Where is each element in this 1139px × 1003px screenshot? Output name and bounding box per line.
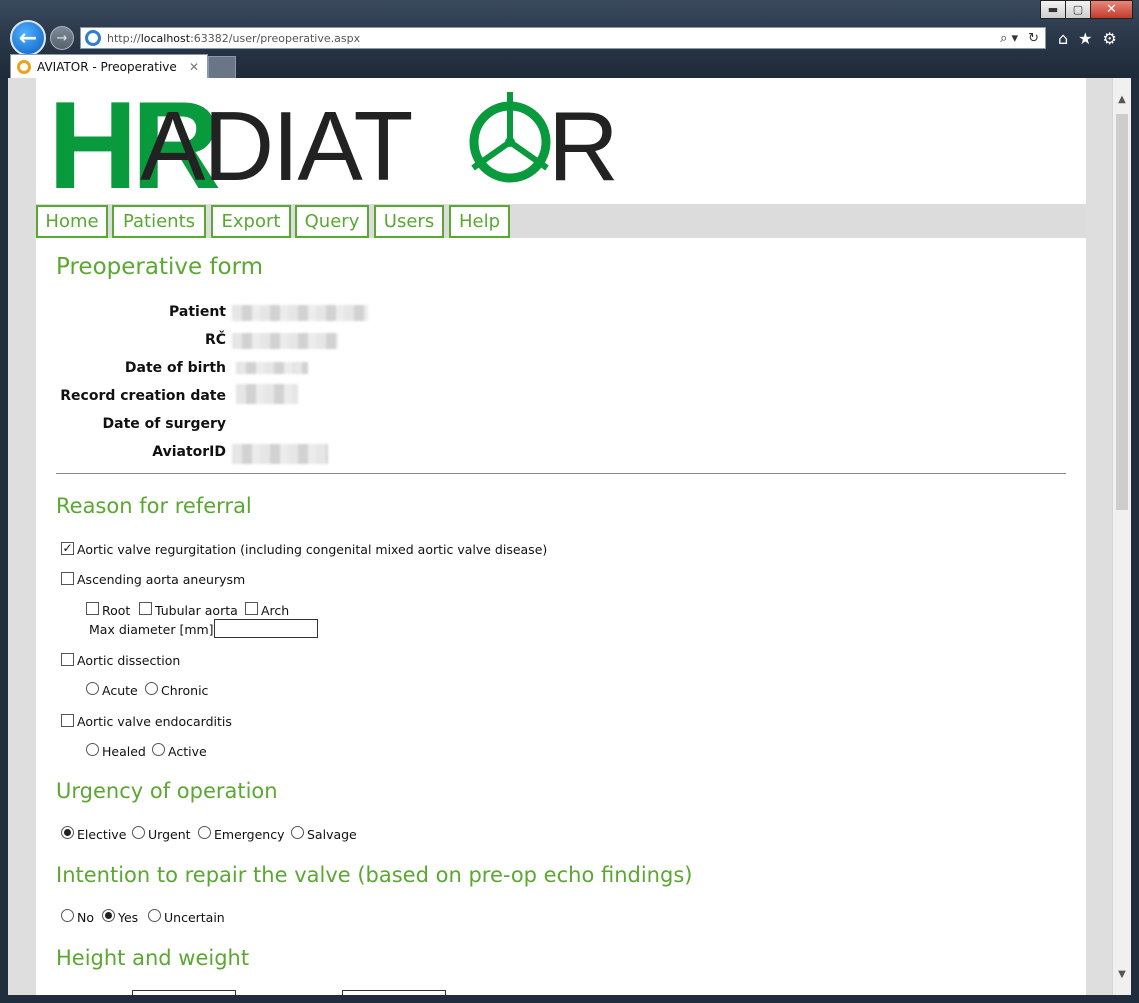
nav-help[interactable]: Help — [449, 205, 510, 238]
steering-wheel-icon — [469, 92, 551, 183]
ie-logo-icon — [85, 30, 101, 46]
created-label: Record creation date — [60, 388, 226, 404]
address-url[interactable]: http://localhost:63382/user/preoperative… — [107, 32, 360, 45]
nav-export[interactable]: Export — [211, 205, 291, 238]
root-label: Root — [102, 603, 131, 618]
svg-text:R: R — [548, 91, 619, 196]
urgency-heading: Urgency of operation — [56, 779, 278, 803]
acute-radio[interactable] — [86, 682, 99, 695]
endocarditis-label: Aortic valve endocarditis — [77, 714, 232, 729]
height-input[interactable] — [132, 990, 236, 995]
rc-label: RČ — [204, 332, 226, 348]
tubular-aorta-checkbox[interactable] — [139, 602, 152, 615]
urgency-salvage-label: Salvage — [307, 827, 357, 842]
scrollbar-thumb[interactable] — [1116, 114, 1128, 510]
scroll-up-icon[interactable]: ▲ — [1113, 90, 1131, 108]
window-controls: ▬ ▢ ✕ — [1040, 0, 1133, 19]
referral-heading: Reason for referral — [56, 494, 252, 518]
healed-radio[interactable] — [86, 743, 99, 756]
dissection-label: Aortic dissection — [77, 653, 181, 668]
settings-gear-icon[interactable]: ⚙ — [1103, 29, 1117, 48]
nav-query[interactable]: Query — [295, 205, 369, 238]
acute-label: Acute — [102, 683, 138, 698]
repair-yes-radio[interactable] — [102, 909, 115, 922]
dob-value-redacted — [236, 362, 308, 374]
urgency-elective-radio[interactable] — [61, 826, 74, 839]
hr-radiator-logo: HR ADIAT R — [48, 86, 619, 196]
back-button[interactable]: ← — [10, 20, 46, 56]
tubular-aorta-label: Tubular aorta — [155, 603, 238, 618]
repair-heading: Intention to repair the valve (based on … — [56, 863, 693, 887]
endocarditis-checkbox[interactable] — [61, 714, 74, 727]
repair-no-radio[interactable] — [61, 909, 74, 922]
minimize-button[interactable]: ▬ — [1040, 0, 1066, 19]
browser-viewport: HR ADIAT R Home Patients Export Query Us… — [8, 78, 1131, 995]
main-navbar: Home Patients Export Query Users Help — [36, 204, 1086, 238]
address-bar[interactable]: http://localhost:63382/user/preoperative… — [80, 27, 1046, 49]
forward-button[interactable]: → — [50, 26, 74, 50]
chronic-radio[interactable] — [145, 682, 158, 695]
surgery-label: Date of surgery — [102, 416, 226, 432]
dissection-checkbox[interactable] — [61, 653, 74, 666]
max-diameter-input[interactable] — [214, 619, 318, 638]
tab-favicon-icon — [17, 59, 31, 74]
urgency-elective-label: Elective — [77, 827, 127, 842]
aortic-regurgitation-label: Aortic valve regurgitation (including co… — [77, 542, 548, 557]
urgency-urgent-radio[interactable] — [132, 826, 145, 839]
urgency-emergency-radio[interactable] — [198, 826, 211, 839]
repair-yes-label: Yes — [118, 910, 139, 925]
created-value-redacted — [236, 384, 298, 404]
weight-input[interactable] — [342, 990, 446, 995]
aortic-regurgitation-checkbox[interactable]: ✓ — [61, 542, 74, 555]
tab-close-icon[interactable]: ✕ — [189, 60, 199, 74]
favorites-star-icon[interactable]: ★ — [1078, 29, 1092, 48]
aneurysm-checkbox[interactable] — [61, 572, 74, 585]
max-diameter-label: Max diameter [mm] — [89, 622, 214, 637]
repair-no-label: No — [77, 910, 94, 925]
urgency-emergency-label: Emergency — [214, 827, 285, 842]
scroll-down-icon[interactable]: ▼ — [1113, 965, 1131, 983]
arch-label: Arch — [261, 603, 290, 618]
nav-users[interactable]: Users — [374, 205, 444, 238]
browser-chrome: ▬ ▢ ✕ ← → http://localhost:63382/user/pr… — [0, 0, 1139, 78]
repair-uncertain-radio[interactable] — [148, 909, 161, 922]
section-divider — [56, 473, 1066, 474]
root-checkbox[interactable] — [86, 602, 99, 615]
page-content: HR ADIAT R Home Patients Export Query Us… — [36, 78, 1086, 995]
aviator-id-label: AviatorID — [152, 444, 226, 460]
urgency-urgent-label: Urgent — [148, 827, 191, 842]
nav-home[interactable]: Home — [36, 205, 108, 238]
refresh-icon[interactable]: ↻ — [1028, 31, 1039, 46]
search-dropdown-icon[interactable]: ⌕ ▾ — [1000, 31, 1018, 46]
dob-label: Date of birth — [124, 360, 226, 376]
browser-tab-active[interactable]: AVIATOR - Preoperative ✕ — [10, 54, 208, 78]
back-arrow-icon: ← — [18, 25, 38, 51]
chronic-label: Chronic — [161, 683, 209, 698]
page-title: Preoperative form — [56, 254, 264, 280]
home-icon[interactable]: ⌂ — [1058, 29, 1068, 48]
tab-title: AVIATOR - Preoperative — [37, 59, 177, 74]
height-weight-heading: Height and weight — [56, 946, 250, 970]
patient-label: Patient — [169, 304, 226, 320]
aneurysm-label: Ascending aorta aneurysm — [77, 572, 246, 587]
repair-uncertain-label: Uncertain — [164, 910, 225, 925]
nav-patients[interactable]: Patients — [112, 205, 206, 238]
vertical-scrollbar[interactable]: ▲ ▼ — [1112, 78, 1131, 995]
active-radio[interactable] — [152, 743, 165, 756]
patient-value-redacted — [232, 305, 368, 321]
svg-text:ADIAT: ADIAT — [140, 91, 411, 196]
active-label: Active — [168, 744, 207, 759]
healed-label: Healed — [102, 744, 146, 759]
rc-value-redacted — [232, 333, 338, 349]
close-window-button[interactable]: ✕ — [1090, 0, 1133, 19]
urgency-salvage-radio[interactable] — [291, 826, 304, 839]
maximize-button[interactable]: ▢ — [1065, 0, 1091, 19]
forward-arrow-icon: → — [56, 30, 68, 46]
aviator-id-value-redacted — [232, 444, 328, 464]
new-tab-button[interactable] — [208, 56, 236, 78]
arch-checkbox[interactable] — [245, 602, 258, 615]
